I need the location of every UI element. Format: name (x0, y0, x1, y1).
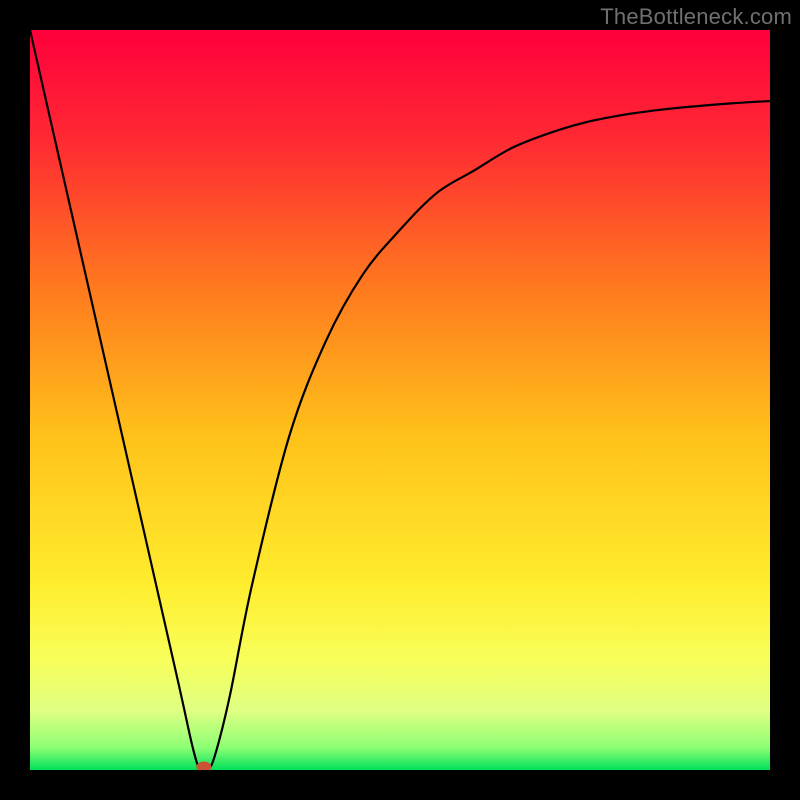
plot-svg (30, 30, 770, 770)
watermark-text: TheBottleneck.com (600, 4, 792, 30)
plot-inner (30, 30, 770, 770)
plot-area (30, 30, 770, 770)
gradient-background (30, 30, 770, 770)
optimal-marker (197, 762, 211, 770)
chart-root: TheBottleneck.com (0, 0, 800, 800)
